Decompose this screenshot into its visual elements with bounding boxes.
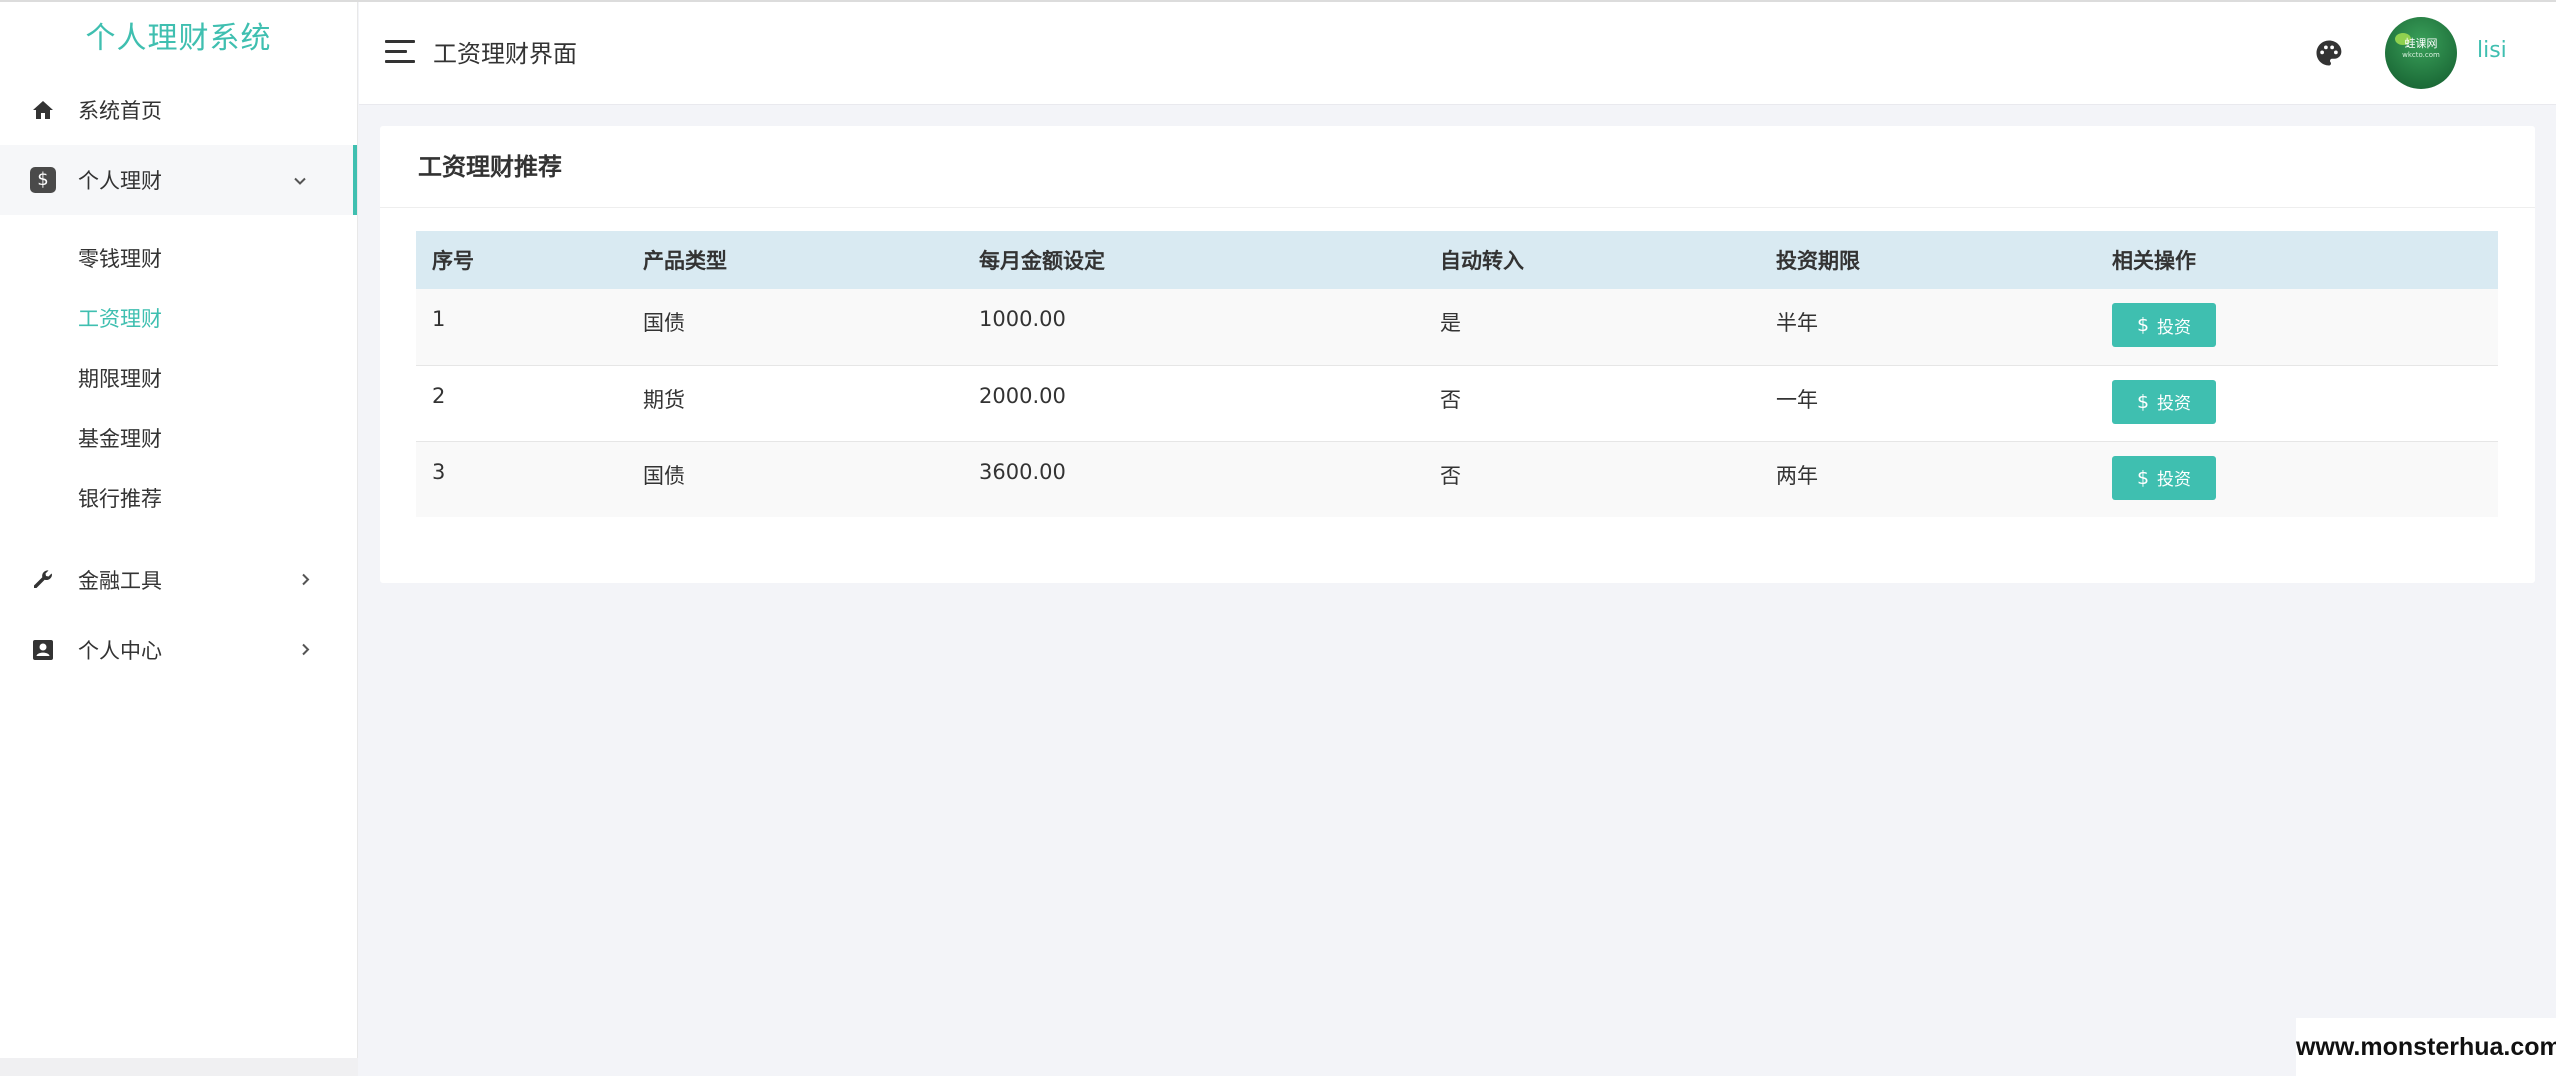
- cell-type: 国债: [643, 311, 685, 335]
- column-header: 自动转入: [1440, 249, 1524, 273]
- invest-button-label: 投资: [2157, 317, 2192, 338]
- cell-action: $ 投资: [2096, 289, 2498, 365]
- dollar-icon: $: [30, 167, 56, 193]
- card-title: 工资理财推荐: [380, 126, 2535, 208]
- top-header: 工资理财界面 蛙课网 wkcto.com lisi: [359, 2, 2556, 105]
- table-row: 2 期货 2000.00 否 一年 $ 投资: [416, 365, 2498, 441]
- cell-type: 国债: [643, 463, 685, 488]
- menu-toggle-icon[interactable]: [385, 40, 415, 64]
- sidebar-footer: [0, 1058, 358, 1076]
- sidebar-item-personal-center[interactable]: 个人中心: [0, 615, 357, 685]
- cell-amount: 2000.00: [979, 383, 1066, 408]
- page-title: 工资理财界面: [433, 40, 577, 68]
- table-row: 3 国债 3600.00 否 两年 $ 投资: [416, 441, 2498, 517]
- submenu-item-bank-recommend[interactable]: 银行推荐: [0, 469, 357, 529]
- table-header-row: 序号 产品类型 每月金额设定 自动转入 投资期限 相关操作: [416, 231, 2498, 289]
- column-header: 产品类型: [643, 249, 727, 273]
- column-header: 相关操作: [2112, 249, 2196, 273]
- cell-id: 3: [432, 459, 446, 484]
- cell-auto: 否: [1440, 387, 1461, 412]
- avatar-subtext: wkcto.com: [2402, 51, 2440, 59]
- app-brand: 个人理财系统: [85, 21, 272, 56]
- table-row: 1 国债 1000.00 是 半年 $ 投资: [416, 289, 2498, 365]
- sidebar-item-personal-finance[interactable]: $ 个人理财: [0, 145, 357, 215]
- invest-button[interactable]: $ 投资: [2112, 455, 2216, 500]
- cell-auto: 否: [1440, 463, 1461, 488]
- chevron-down-icon: [293, 168, 307, 193]
- palette-icon[interactable]: [2314, 38, 2344, 68]
- submenu-item-fund-finance[interactable]: 基金理财: [0, 409, 357, 469]
- watermark: www.monsterhua.com: [2296, 1018, 2556, 1076]
- cell-action: $ 投资: [2096, 365, 2498, 441]
- submenu-item-term-finance[interactable]: 期限理财: [0, 349, 357, 409]
- dollar-icon: $: [2136, 466, 2150, 489]
- column-header: 每月金额设定: [979, 249, 1105, 273]
- dollar-icon: $: [2136, 314, 2150, 336]
- chevron-right-icon: [301, 568, 311, 593]
- submenu-item-change-finance[interactable]: 零钱理财: [0, 229, 357, 289]
- invest-button-label: 投资: [2157, 394, 2192, 414]
- contact-card-icon: [30, 637, 56, 663]
- sidebar-item-home[interactable]: 系统首页: [0, 75, 357, 145]
- dollar-icon: $: [2136, 390, 2150, 413]
- cell-id: 2: [432, 383, 446, 408]
- sidebar-item-finance-tools[interactable]: 金融工具: [0, 545, 357, 615]
- cell-type: 期货: [643, 387, 685, 412]
- invest-button[interactable]: $ 投资: [2112, 379, 2216, 424]
- wrench-icon: [30, 567, 56, 593]
- sidebar-item-label: 金融工具: [78, 569, 162, 593]
- username-link[interactable]: lisi: [2477, 38, 2507, 63]
- invest-button[interactable]: $ 投资: [2112, 303, 2216, 347]
- submenu-personal-finance: 零钱理财 工资理财 期限理财 基金理财 银行推荐: [0, 215, 357, 545]
- sidebar-item-label: 个人理财: [78, 169, 162, 193]
- sidebar-item-label: 系统首页: [78, 99, 162, 123]
- column-header: 序号: [432, 249, 474, 273]
- salary-finance-card: 工资理财推荐 序号 产品类型 每月金额设定 自动转入 投资期限 相关操作 1 国…: [380, 126, 2535, 583]
- cell-term: 两年: [1776, 463, 1818, 488]
- avatar[interactable]: 蛙课网 wkcto.com: [2385, 17, 2457, 89]
- sidebar: 个人理财系统 系统首页 $ 个人理财 零钱理财 工资理财 期限理财 基金理财 银…: [0, 2, 358, 1076]
- sidebar-item-label: 个人中心: [78, 639, 162, 663]
- avatar-text: 蛙课网: [2404, 37, 2438, 50]
- cell-auto: 是: [1440, 311, 1461, 335]
- submenu-item-salary-finance[interactable]: 工资理财: [0, 289, 357, 349]
- cell-term: 半年: [1776, 311, 1818, 335]
- invest-button-label: 投资: [2157, 470, 2192, 490]
- cell-term: 一年: [1776, 387, 1818, 412]
- cell-action: $ 投资: [2096, 441, 2498, 517]
- finance-table: 序号 产品类型 每月金额设定 自动转入 投资期限 相关操作 1 国债 1000.…: [416, 231, 2498, 517]
- cell-amount: 3600.00: [979, 459, 1066, 484]
- cell-id: 1: [432, 307, 446, 331]
- cell-amount: 1000.00: [979, 307, 1066, 331]
- chevron-right-icon: [301, 638, 311, 663]
- home-icon: [30, 97, 56, 123]
- column-header: 投资期限: [1776, 249, 1860, 273]
